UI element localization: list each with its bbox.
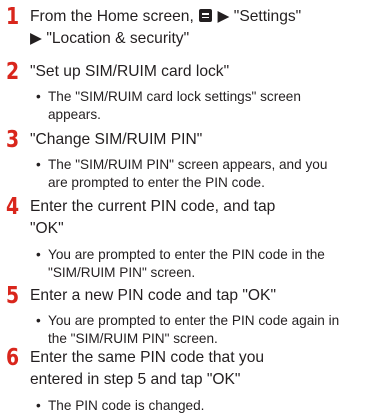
note-text: the "SIM/RUIM PIN" screen. bbox=[48, 331, 218, 346]
step-instruction: From the Home screen, ▶ "Settings" bbox=[30, 6, 301, 28]
note-text: You are prompted to enter the PIN code i… bbox=[48, 247, 325, 262]
step-instruction: Enter the current PIN code, and tap bbox=[30, 198, 276, 215]
step-note: • You are prompted to enter the PIN code… bbox=[36, 246, 325, 282]
instruction-text: ▶ "Settings" bbox=[213, 8, 302, 25]
step-number: 1 bbox=[6, 4, 20, 30]
step-number: 3 bbox=[6, 127, 20, 153]
step-instruction: "Set up SIM/RUIM card lock" bbox=[30, 63, 230, 80]
note-text: You are prompted to enter the PIN code a… bbox=[48, 313, 340, 328]
bullet-dot: • bbox=[36, 313, 41, 328]
step-instruction: Enter a new PIN code and tap "OK" bbox=[30, 287, 276, 304]
note-text: appears. bbox=[48, 107, 101, 122]
step-note: • The PIN code is changed. bbox=[36, 397, 204, 415]
step-note: • The "SIM/RUIM card lock settings" scre… bbox=[36, 88, 301, 124]
step-number: 4 bbox=[6, 194, 20, 220]
note-text: "SIM/RUIM PIN" screen. bbox=[48, 265, 196, 280]
step-number: 2 bbox=[6, 59, 20, 85]
note-text: The PIN code is changed. bbox=[48, 398, 205, 413]
menu-key-icon bbox=[199, 9, 213, 22]
step-note: • You are prompted to enter the PIN code… bbox=[36, 312, 339, 348]
step-number: 6 bbox=[6, 345, 20, 371]
bullet-dot: • bbox=[36, 398, 41, 413]
step-instruction: ▶ "Location & security" bbox=[30, 30, 190, 47]
bullet-dot: • bbox=[36, 89, 41, 104]
step-instruction: Enter the same PIN code that you bbox=[30, 349, 265, 366]
note-text: The "SIM/RUIM card lock settings" screen bbox=[48, 89, 301, 104]
step-number: 5 bbox=[6, 283, 20, 309]
note-text: are prompted to enter the PIN code. bbox=[48, 175, 265, 190]
bullet-dot: • bbox=[36, 247, 41, 262]
step-instruction: "Change SIM/RUIM PIN" bbox=[30, 131, 203, 148]
instruction-text: From the Home screen, bbox=[30, 8, 199, 25]
step-instruction: "OK" bbox=[30, 220, 64, 237]
bullet-dot: • bbox=[36, 157, 41, 172]
note-text: The "SIM/RUIM PIN" screen appears, and y… bbox=[48, 157, 328, 172]
step-instruction: entered in step 5 and tap "OK" bbox=[30, 371, 241, 388]
step-note: • The "SIM/RUIM PIN" screen appears, and… bbox=[36, 156, 327, 192]
